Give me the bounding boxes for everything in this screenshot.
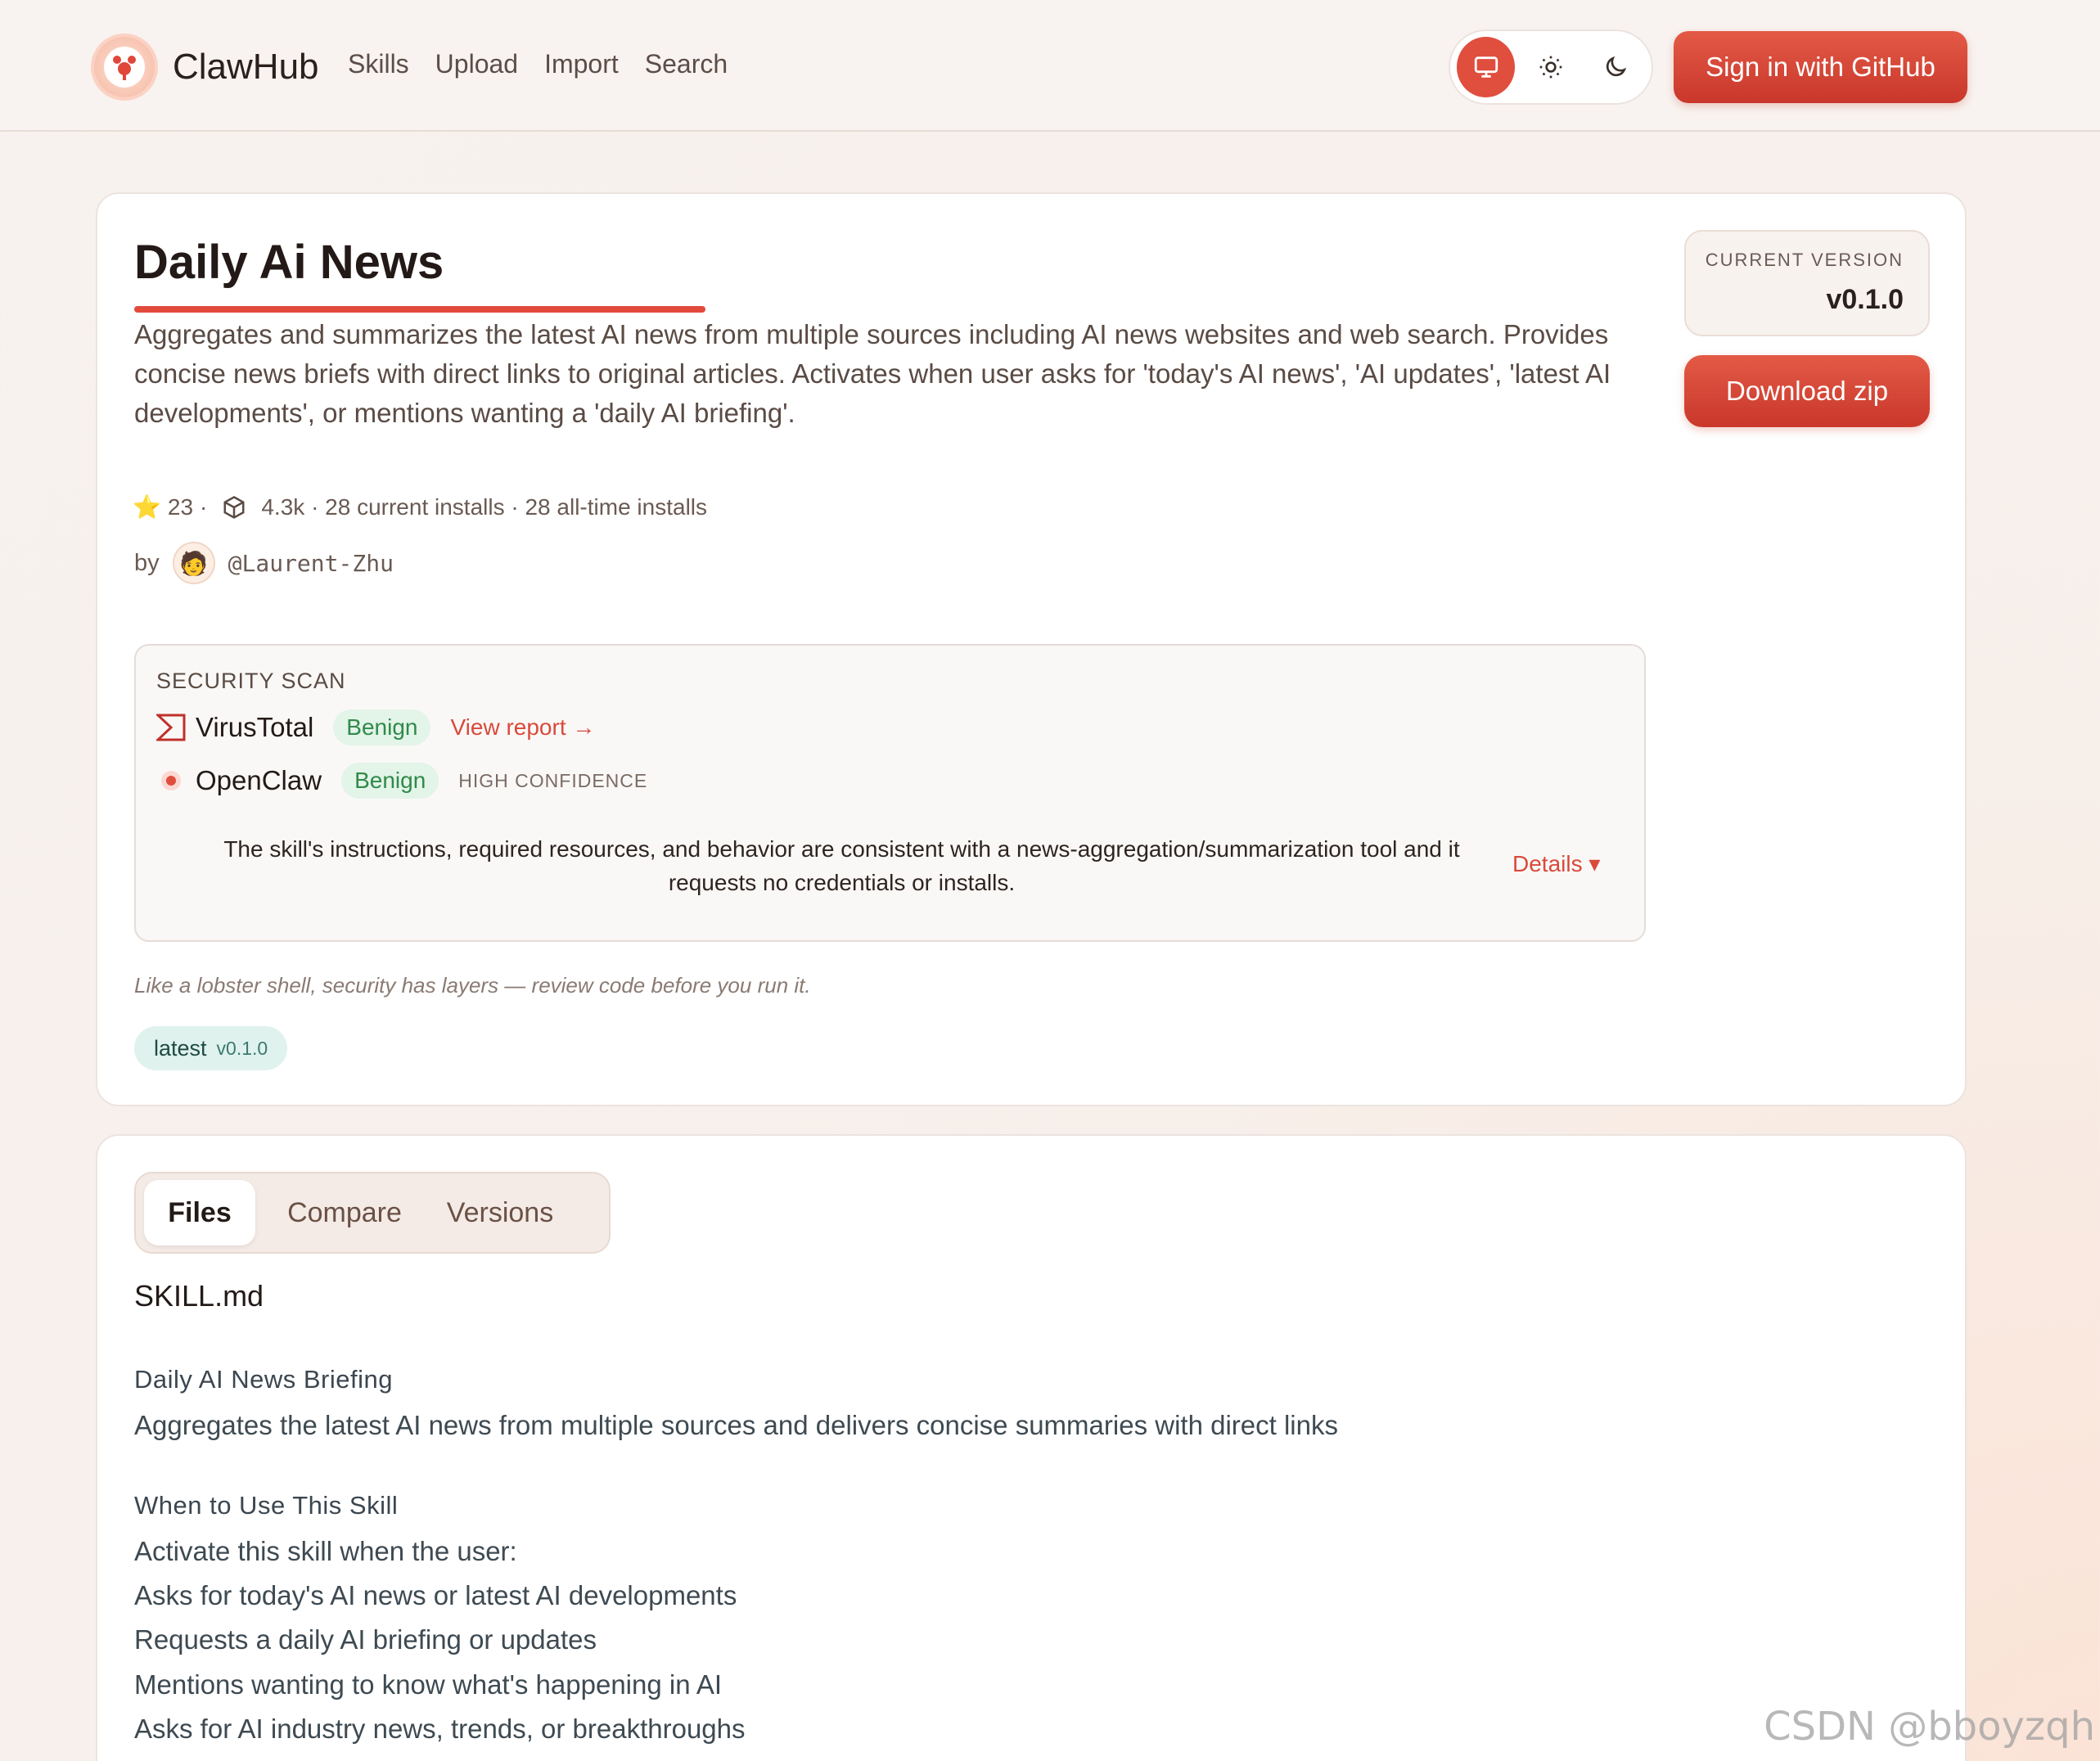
main-nav: Skills Upload Import Search (348, 49, 728, 79)
current-version-box: CURRENT VERSION v0.1.0 (1684, 230, 1930, 336)
tag-version: v0.1.0 (216, 1037, 268, 1059)
tab-compare[interactable]: Compare (271, 1180, 418, 1245)
sign-in-github-button[interactable]: Sign in with GitHub (1674, 31, 1967, 103)
openclaw-icon (156, 766, 186, 795)
scan-summary: The skill's instructions, required resou… (223, 836, 1460, 895)
brand-name: ClawHub (173, 47, 319, 87)
author-byline: by 🧑 @Laurent-Zhu (134, 542, 394, 584)
md-heading-briefing: Daily AI News Briefing (134, 1365, 393, 1394)
view-report-link[interactable]: View report → (450, 714, 595, 741)
monitor-icon (1474, 56, 1498, 78)
light-theme-button[interactable] (1521, 37, 1580, 97)
sun-icon (1539, 56, 1562, 79)
md-heading-when: When to Use This Skill (134, 1491, 399, 1520)
security-tagline: Like a lobster shell, security has layer… (134, 973, 811, 998)
stats-separator: · (200, 493, 208, 520)
md-line: Activate this skill when the user: (134, 1536, 517, 1566)
by-label: by (134, 549, 160, 576)
tag-name: latest (154, 1035, 207, 1061)
dark-theme-button[interactable] (1587, 37, 1645, 97)
md-list-item: Mentions wanting to know what's happenin… (134, 1669, 723, 1700)
virustotal-name: VirusTotal (196, 712, 314, 742)
virustotal-icon (156, 713, 186, 742)
install-stats: 4.3k · 28 current installs · 28 all-time… (261, 493, 708, 520)
star-count: 23 (167, 493, 194, 520)
watermark: CSDN @bboyzqh (1764, 1704, 2095, 1750)
openclaw-status-badge: Benign (341, 763, 439, 799)
file-tabs: Files Compare Versions (134, 1172, 611, 1254)
version-tag[interactable]: latest v0.1.0 (134, 1026, 288, 1070)
title-underline (134, 306, 705, 313)
download-zip-button[interactable]: Download zip (1684, 355, 1930, 427)
nav-import[interactable]: Import (544, 49, 619, 79)
skill-description: Aggregates and summarizes the latest AI … (134, 319, 1611, 428)
md-paragraph: Aggregates the latest AI news from multi… (134, 1410, 1338, 1440)
skill-card: Daily Ai News Aggregates and summarizes … (96, 192, 1967, 1106)
security-scan-title: SECURITY SCAN (156, 669, 346, 693)
md-list-item: Requests a daily AI briefing or updates (134, 1624, 597, 1655)
top-navbar: ClawHub Skills Upload Import Search Sign… (0, 0, 2100, 132)
nav-skills[interactable]: Skills (348, 49, 409, 79)
md-list-item: Asks for AI industry news, trends, or br… (134, 1714, 746, 1744)
md-list-item: Asks for today's AI news or latest AI de… (134, 1580, 737, 1610)
security-scan-panel: SECURITY SCAN VirusTotal Benign View rep… (134, 644, 1646, 942)
avatar[interactable]: 🧑 (172, 542, 215, 584)
details-toggle[interactable]: Details ▾ (1512, 850, 1600, 877)
files-card: Files Compare Versions SKILL.md Daily AI… (96, 1134, 1967, 1761)
tab-files[interactable]: Files (144, 1180, 255, 1245)
current-version-value: v0.1.0 (1826, 284, 1904, 315)
skill-title: Daily Ai News (134, 236, 444, 289)
brand[interactable]: ClawHub (94, 37, 319, 97)
current-version-label: CURRENT VERSION (1705, 250, 1904, 270)
lobster-logo-icon (94, 37, 155, 97)
confidence-label: HIGH CONFIDENCE (458, 769, 648, 791)
star-icon: ⭐ (133, 494, 161, 520)
virustotal-status-badge: Benign (333, 709, 431, 745)
package-icon (223, 495, 245, 519)
theme-toggle (1449, 29, 1653, 105)
system-theme-button[interactable] (1457, 37, 1516, 97)
nav-search[interactable]: Search (645, 49, 728, 79)
nav-upload[interactable]: Upload (435, 49, 518, 79)
moon-icon (1607, 56, 1627, 77)
openclaw-row: OpenClaw Benign HIGH CONFIDENCE (156, 763, 647, 799)
tab-versions[interactable]: Versions (422, 1180, 578, 1245)
file-name: SKILL.md (134, 1279, 264, 1313)
author-handle[interactable]: @Laurent-Zhu (228, 550, 394, 577)
skill-stats: ⭐ 23 · 4.3k · 28 current installs · 28 a… (133, 493, 707, 520)
virustotal-row: VirusTotal Benign View report → (156, 709, 595, 745)
openclaw-name: OpenClaw (196, 765, 322, 795)
